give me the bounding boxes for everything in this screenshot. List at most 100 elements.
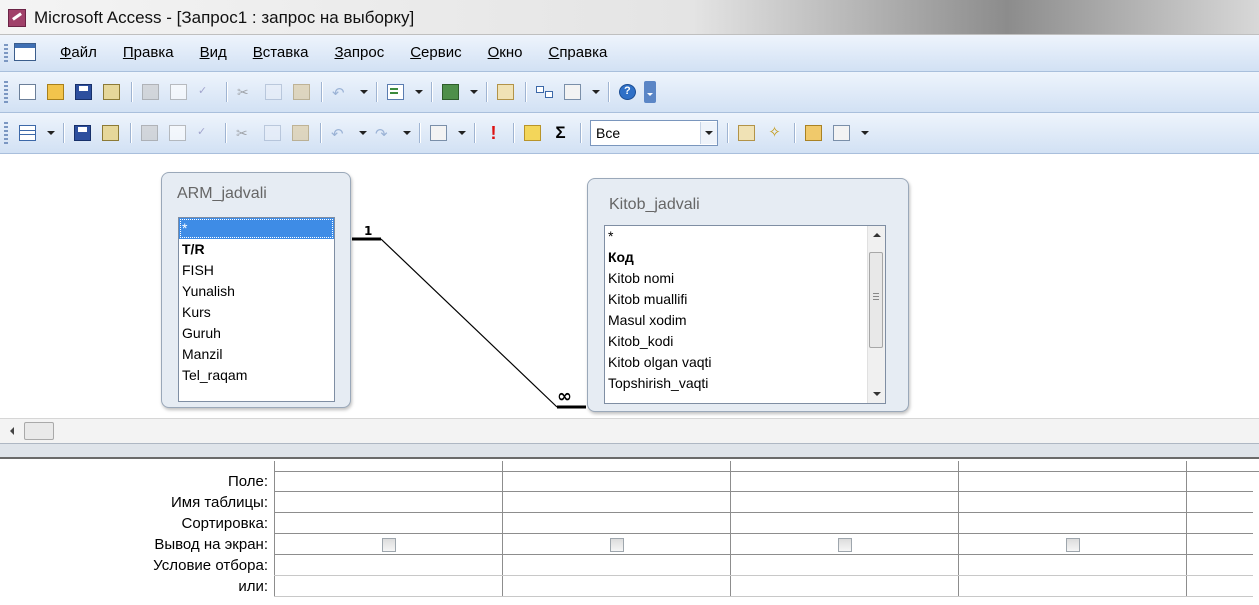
grid-cell[interactable] <box>730 491 959 513</box>
menu-help[interactable]: Справка <box>548 44 607 61</box>
analyze-button[interactable] <box>439 81 463 103</box>
grid-cell[interactable] <box>730 533 959 555</box>
query-window-icon[interactable] <box>14 43 36 61</box>
grid-cell[interactable] <box>274 575 503 597</box>
menu-query[interactable]: Запрос <box>334 44 384 61</box>
grid-cell[interactable] <box>958 554 1187 576</box>
grid-cell[interactable] <box>502 512 731 534</box>
paste-button[interactable] <box>290 81 314 103</box>
grid-cell[interactable] <box>730 554 959 576</box>
properties-button[interactable] <box>735 122 759 144</box>
new-button[interactable] <box>16 81 40 103</box>
grid-cell[interactable] <box>958 575 1187 597</box>
new-object-button[interactable] <box>830 122 854 144</box>
field-list-arm-jadvali[interactable]: ARM_jadvali * T/R FISH Yunalish Kurs Gur… <box>161 172 351 408</box>
field-item[interactable]: Код <box>605 247 885 268</box>
grid-cell[interactable] <box>730 471 959 492</box>
copy-button[interactable] <box>262 81 286 103</box>
file-search-button[interactable] <box>100 81 124 103</box>
grid-cell[interactable] <box>502 491 731 513</box>
query-type-dropdown[interactable] <box>455 122 467 144</box>
redo-dropdown[interactable] <box>400 122 412 144</box>
field-item[interactable]: Kitob olgan vaqti <box>605 352 885 373</box>
grid-cell[interactable] <box>1186 471 1253 492</box>
undo-dropdown[interactable] <box>357 81 369 103</box>
print-preview-button[interactable] <box>166 122 190 144</box>
undo-button[interactable]: ↶ <box>328 122 352 144</box>
scrollbar-thumb[interactable] <box>24 422 54 440</box>
top-values-combo[interactable]: Все <box>590 120 718 146</box>
pane-splitter[interactable] <box>0 443 1259 459</box>
open-button[interactable] <box>44 81 68 103</box>
field-all-columns[interactable]: * <box>179 218 334 239</box>
grid-cell[interactable] <box>274 491 503 513</box>
run-button[interactable]: ! <box>482 122 506 144</box>
grid-cell[interactable] <box>1186 512 1253 534</box>
toolbar-options-chevron[interactable] <box>644 81 656 103</box>
grid-cell[interactable] <box>274 554 503 576</box>
field-item[interactable]: Yunalish <box>179 281 334 302</box>
menu-edit[interactable]: Правка <box>123 44 174 61</box>
paste-button[interactable] <box>289 122 313 144</box>
cut-button[interactable]: ✂ <box>233 122 257 144</box>
grid-cell[interactable] <box>274 533 503 555</box>
field-item[interactable]: Topshirish_vaqti <box>605 373 885 394</box>
show-table-button[interactable] <box>521 122 545 144</box>
field-list-title[interactable]: Kitob_jadvali <box>609 196 700 214</box>
field-list-box[interactable]: * T/R FISH Yunalish Kurs Guruh Manzil Te… <box>178 217 335 402</box>
field-item[interactable]: Kitob muallifi <box>605 289 885 310</box>
new-object-dropdown[interactable] <box>858 122 870 144</box>
cut-button[interactable]: ✂ <box>234 81 258 103</box>
field-list-box[interactable]: * Код Kitob nomi Kitob muallifi Masul xo… <box>604 225 886 404</box>
query-type-button[interactable] <box>427 122 451 144</box>
field-list-title[interactable]: ARM_jadvali <box>177 185 267 203</box>
totals-button[interactable]: Σ <box>549 122 573 144</box>
print-preview-button[interactable] <box>167 81 191 103</box>
field-item[interactable]: Kurs <box>179 302 334 323</box>
database-window-button[interactable] <box>802 122 826 144</box>
field-item[interactable]: T/R <box>179 239 334 260</box>
save-query-button[interactable] <box>71 122 95 144</box>
grid-cell[interactable] <box>958 512 1187 534</box>
field-item[interactable]: Kitob nomi <box>605 268 885 289</box>
grid-cell[interactable] <box>502 533 731 555</box>
analyze-dropdown[interactable] <box>467 81 479 103</box>
field-item[interactable]: Manzil <box>179 344 334 365</box>
menubar-grip-handle[interactable] <box>4 44 8 62</box>
toolbar-grip-handle[interactable] <box>4 81 8 103</box>
grid-cell[interactable] <box>1186 554 1253 576</box>
spelling-button[interactable]: ✓ <box>194 122 218 144</box>
field-item[interactable]: Masul xodim <box>605 310 885 331</box>
print-button[interactable] <box>138 122 162 144</box>
relationships-button[interactable] <box>533 81 557 103</box>
table-pane-horizontal-scrollbar[interactable] <box>0 418 1259 443</box>
undo-button[interactable]: ↶ <box>329 81 353 103</box>
grid-cell[interactable] <box>274 512 503 534</box>
field-all-columns[interactable]: * <box>605 226 885 247</box>
field-item[interactable]: Tel_raqam <box>179 365 334 386</box>
access-app-icon[interactable] <box>8 9 26 27</box>
menu-window[interactable]: Окно <box>488 44 523 61</box>
show-checkbox[interactable] <box>1065 538 1080 553</box>
view-button[interactable] <box>16 122 40 144</box>
view-dropdown[interactable] <box>44 122 56 144</box>
field-item[interactable]: Kitob_kodi <box>605 331 885 352</box>
save-button[interactable] <box>72 81 96 103</box>
scroll-left-arrow-icon[interactable] <box>8 425 20 437</box>
grid-cell[interactable] <box>1186 491 1253 513</box>
help-button[interactable] <box>616 81 640 103</box>
scrollbar-thumb[interactable] <box>869 252 883 348</box>
scroll-up-arrow-icon[interactable] <box>868 226 885 243</box>
grid-cell[interactable] <box>274 471 503 492</box>
grid-cell[interactable] <box>502 554 731 576</box>
grid-cell[interactable] <box>1186 533 1253 555</box>
show-checkbox[interactable] <box>837 538 852 553</box>
undo-dropdown[interactable] <box>356 122 368 144</box>
show-checkbox[interactable] <box>609 538 624 553</box>
builder-button[interactable]: ✧ <box>763 122 787 144</box>
copy-button[interactable] <box>261 122 285 144</box>
grid-cell[interactable] <box>1186 575 1253 597</box>
grid-cell[interactable] <box>958 491 1187 513</box>
menu-tools[interactable]: Сервис <box>410 44 461 61</box>
redo-button[interactable]: ↷ <box>372 122 396 144</box>
